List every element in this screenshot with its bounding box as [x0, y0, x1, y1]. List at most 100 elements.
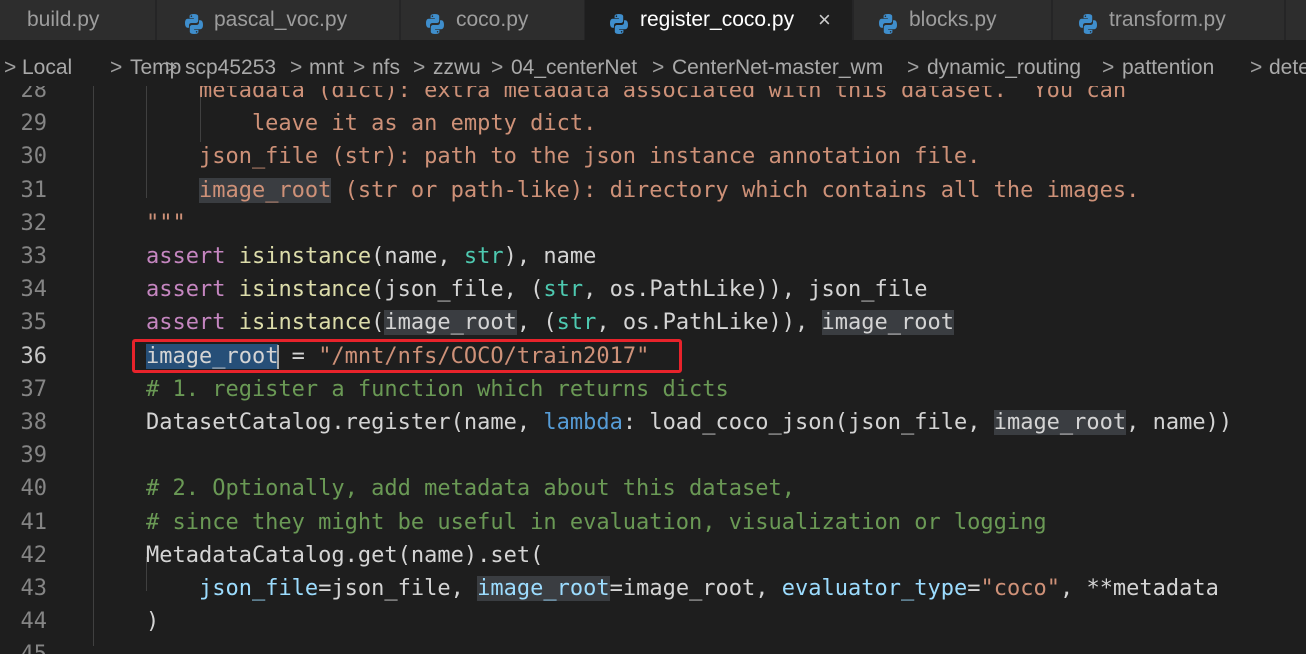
breadcrumb-item[interactable]: Local: [22, 50, 72, 86]
code-line[interactable]: # since they might be useful in evaluati…: [93, 506, 1047, 539]
breadcrumb-item[interactable]: dynamic_routing: [927, 50, 1081, 86]
code-token: ), name: [503, 244, 597, 269]
tab-blocks-py[interactable]: blocks.py: [854, 0, 1052, 40]
code-token: metadata (dict): extra metadata associat…: [93, 86, 1127, 103]
close-tab-icon[interactable]: ×: [818, 0, 831, 40]
tab-label: build.py: [27, 8, 100, 31]
python-file-icon: [184, 9, 204, 34]
breadcrumb-item[interactable]: mnt: [309, 50, 344, 86]
code-token: assert: [145, 310, 226, 336]
code-token: str: [556, 310, 597, 336]
code-token: isinstance: [238, 310, 372, 336]
code-token: ): [93, 609, 160, 635]
code-token: str: [543, 277, 584, 303]
python-file-icon: [425, 9, 445, 34]
code-line[interactable]: leave it as an empty dict.: [93, 107, 596, 140]
code-line[interactable]: image_root = "/mnt/nfs/COCO/train2017": [93, 340, 649, 373]
code-token: # 1. register a function which returns d…: [93, 376, 729, 402]
breadcrumb-separator-icon: >: [353, 56, 366, 79]
code-token: image_root: [477, 576, 610, 601]
code-line[interactable]: metadata (dict): extra metadata associat…: [93, 86, 1126, 107]
code-token: isinstance: [238, 277, 372, 303]
code-line[interactable]: MetadataCatalog.get(name).set(: [93, 539, 543, 572]
code-line[interactable]: image_root (str or path-like): directory…: [93, 174, 1139, 207]
code-token: lambda: [543, 410, 623, 435]
line-number: 31: [20, 177, 48, 203]
code-token: "/mnt/nfs/COCO/train2017": [318, 343, 650, 369]
breadcrumb-item[interactable]: detec: [1269, 50, 1306, 86]
tab-pascal-voc-py[interactable]: pascal_voc.py: [157, 0, 400, 40]
code-token: # 2. Optionally, add metadata about this…: [93, 476, 795, 502]
code-token: =json_file,: [318, 576, 478, 601]
code-line[interactable]: DatasetCatalog.register(name, lambda: lo…: [93, 406, 1232, 439]
code-line[interactable]: # 1. register a function which returns d…: [93, 373, 729, 406]
code-token: isinstance: [238, 244, 372, 269]
python-file-icon: [609, 9, 629, 34]
breadcrumb-item[interactable]: 04_centerNet: [511, 50, 637, 86]
code-token: evaluator_type: [781, 576, 968, 601]
breadcrumb-item[interactable]: pattention: [1122, 50, 1214, 86]
breadcrumb-separator-icon: >: [1102, 56, 1115, 79]
breadcrumb-separator-icon: >: [165, 56, 178, 79]
code-token: (str or path-like): directory which cont…: [331, 177, 1140, 203]
code-token: "coco": [980, 576, 1060, 601]
tab-label: transform.py: [1109, 8, 1226, 31]
tab-label: register_coco.py: [640, 8, 795, 31]
tab-coco-py[interactable]: coco.py: [401, 0, 585, 40]
code-line[interactable]: # 2. Optionally, add metadata about this…: [93, 472, 795, 505]
code-editor[interactable]: 28 metadata (dict): extra metadata assoc…: [0, 86, 1306, 654]
line-number: 28: [20, 86, 48, 103]
code-line[interactable]: json_file (str): path to the json instan…: [93, 140, 980, 173]
line-number: 42: [20, 542, 48, 568]
code-line[interactable]: assert isinstance(json_file, (str, os.Pa…: [93, 273, 928, 306]
editor-tab-bar: build.py pascal_voc.py coco.py register_…: [0, 0, 1306, 40]
tab-label: coco.py: [456, 8, 529, 31]
code-token: , os.PathLike)),: [596, 310, 822, 336]
code-token: : load_coco_json(json_file,: [622, 410, 994, 435]
tab-build-py[interactable]: build.py: [0, 0, 156, 40]
breadcrumb-separator-icon: >: [491, 56, 504, 79]
line-number: 39: [20, 443, 48, 469]
tab-register-coco-py[interactable]: register_coco.py ×: [585, 0, 853, 40]
line-number: 34: [20, 277, 48, 303]
code-token: str: [463, 244, 504, 269]
code-token: =: [967, 576, 981, 601]
breadcrumb-separator-icon: >: [1250, 56, 1263, 79]
line-number: 41: [20, 509, 48, 535]
code-line[interactable]: ): [93, 605, 159, 638]
tab-overflow[interactable]: [1286, 0, 1306, 40]
code-token: DatasetCatalog.register(name,: [93, 410, 544, 435]
code-line[interactable]: assert isinstance(image_root, (str, os.P…: [93, 306, 954, 339]
code-token: MetadataCatalog.get(name).set(: [93, 542, 544, 568]
line-number: 44: [20, 609, 48, 635]
breadcrumb-item[interactable]: CenterNet-master_wm: [672, 50, 883, 86]
breadcrumb-item[interactable]: zzwu: [433, 50, 481, 86]
code-token: leave it as an empty dict.: [93, 111, 597, 137]
code-line[interactable]: assert isinstance(name, str), name: [93, 240, 596, 273]
line-number: 36: [20, 343, 48, 369]
breadcrumb-separator-icon: >: [652, 56, 665, 79]
code-token: json_file (str): path to the json instan…: [93, 144, 981, 170]
breadcrumb-item[interactable]: nfs: [372, 50, 400, 86]
line-number: 32: [20, 210, 48, 236]
python-file-icon: [1078, 9, 1098, 34]
code-token: , name)): [1126, 410, 1233, 435]
breadcrumb-separator-icon: >: [413, 56, 426, 79]
line-number: 29: [20, 111, 48, 137]
line-number: 33: [20, 244, 48, 269]
line-number: 38: [20, 410, 48, 435]
tab-label: blocks.py: [909, 8, 997, 31]
breadcrumb-item[interactable]: scp45253: [185, 50, 276, 86]
tab-transform-py[interactable]: transform.py: [1053, 0, 1285, 40]
code-line[interactable]: json_file=json_file, image_root=image_ro…: [93, 572, 1219, 605]
code-line[interactable]: """: [93, 207, 186, 240]
code-token: json_file: [198, 576, 319, 601]
code-token: # since they might be useful in evaluati…: [93, 509, 1047, 535]
